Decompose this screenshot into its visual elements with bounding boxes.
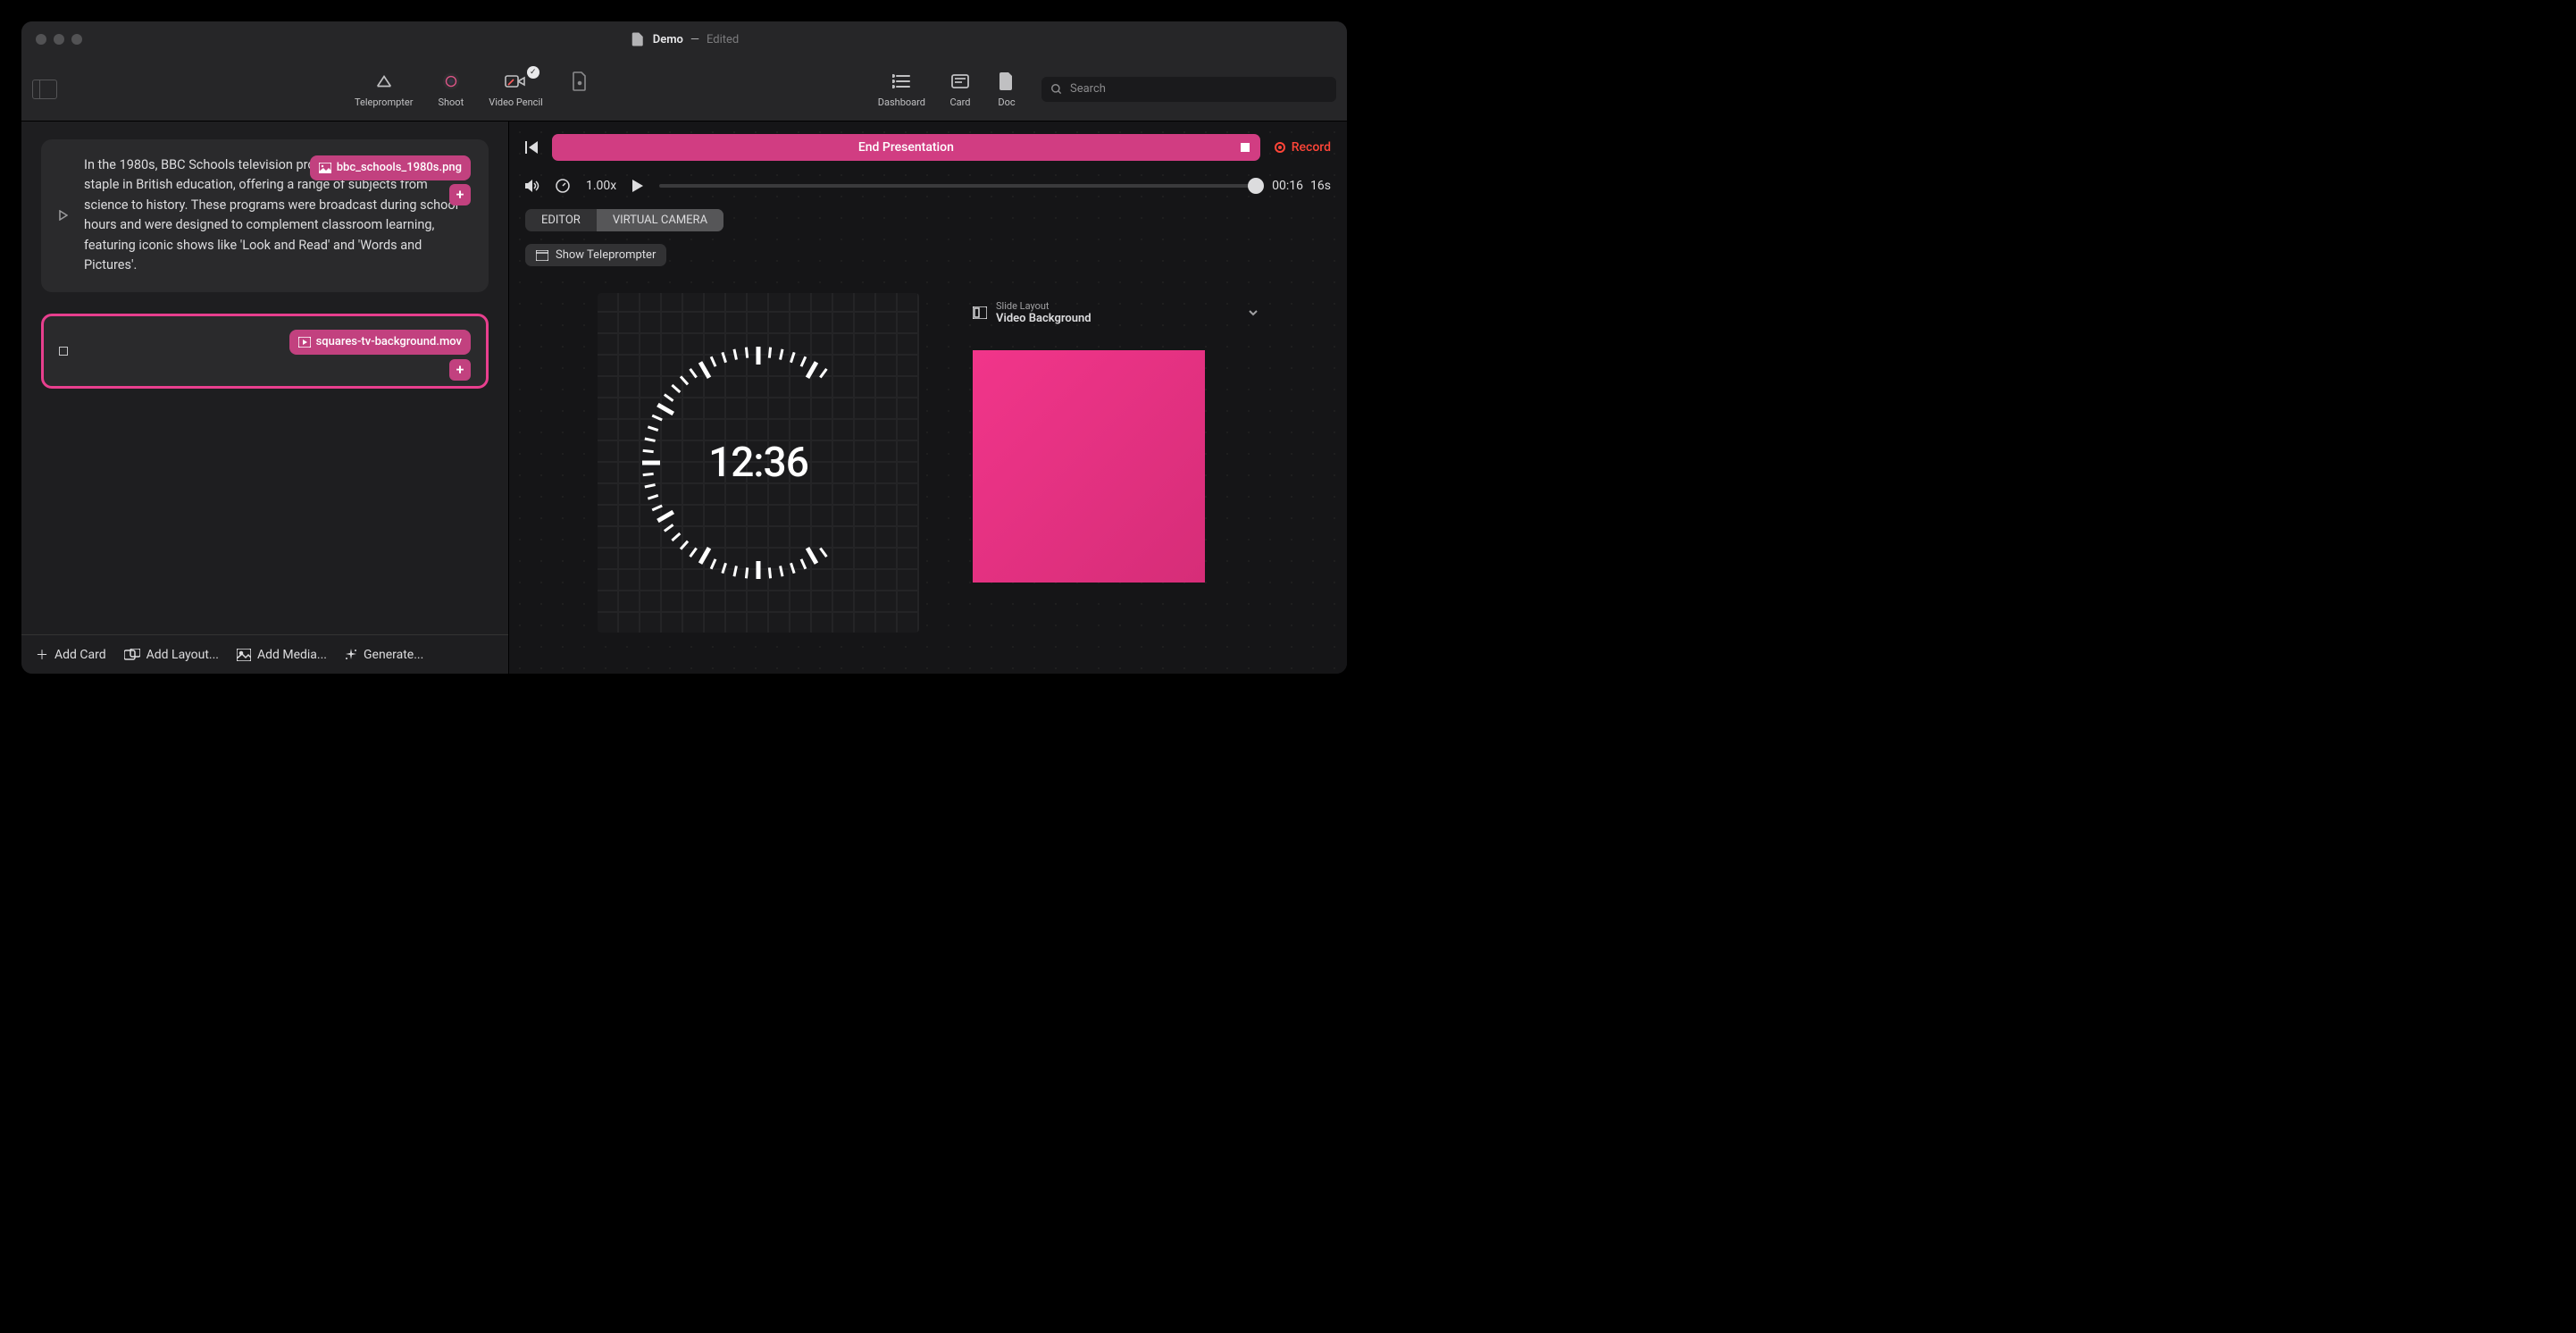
document-edited-status: Edited [707, 33, 739, 46]
placeholder-button[interactable] [568, 70, 591, 108]
show-teleprompter-button[interactable]: Show Teleprompter [525, 244, 666, 266]
plus-icon: ＋ [36, 646, 48, 664]
volume-icon [525, 180, 539, 192]
list-icon [892, 74, 910, 88]
check-badge-icon: ✓ [527, 66, 539, 79]
clock-time: 12:36 [642, 347, 874, 579]
camera-lens-icon [441, 71, 461, 91]
speedometer-icon [556, 179, 570, 193]
record-icon [1275, 142, 1285, 153]
chevron-down-icon [1248, 307, 1259, 318]
video-icon [298, 337, 311, 348]
minimize-window-button[interactable] [54, 34, 64, 45]
add-media-button[interactable]: Add Media... [237, 648, 327, 662]
volume-button[interactable] [525, 180, 539, 192]
doc-icon [999, 72, 1014, 90]
doc-button[interactable]: Doc [995, 70, 1018, 108]
record-button[interactable]: Record [1275, 140, 1331, 155]
clock-preview: 12:36 [598, 293, 919, 633]
add-layout-button[interactable]: Add Layout... [124, 648, 219, 662]
toolbar: Teleprompter Shoot ✓ Video Pencil Dashbo… [21, 57, 1347, 122]
tab-editor[interactable]: EDITOR [525, 209, 597, 231]
timeline-slider[interactable] [659, 184, 1256, 188]
add-card-button[interactable]: ＋ Add Card [36, 646, 106, 664]
timeline-thumb[interactable] [1248, 178, 1264, 194]
dashboard-button[interactable]: Dashboard [878, 70, 925, 108]
close-window-button[interactable] [36, 34, 46, 45]
generate-button[interactable]: Generate... [345, 648, 423, 662]
document-title: Demo — Edited [630, 31, 740, 47]
window-icon [536, 250, 548, 261]
tab-virtual-camera[interactable]: VIRTUAL CAMERA [597, 209, 723, 231]
stop-card-button[interactable] [59, 330, 73, 373]
titlebar: Demo — Edited [21, 21, 1347, 57]
speed-value: 1.00x [586, 179, 616, 193]
window-controls [36, 34, 82, 45]
play-icon [59, 210, 68, 221]
sparkle-icon [345, 649, 357, 661]
zoom-window-button[interactable] [71, 34, 82, 45]
sidebar-toggle-button[interactable] [32, 80, 57, 99]
end-presentation-button[interactable]: End Presentation [552, 134, 1260, 161]
skip-previous-icon [525, 141, 538, 154]
teleprompter-icon [374, 71, 394, 91]
layout-thumb-icon [973, 306, 987, 319]
attachment-chip-image[interactable]: bbc_schools_1980s.png [310, 155, 471, 180]
media-icon [237, 649, 251, 661]
video-pencil-icon [505, 72, 526, 90]
script-card-selected[interactable]: squares-tv-background.mov + [41, 314, 489, 389]
main-panel: End Presentation Record 1.00x [509, 122, 1347, 674]
skip-back-button[interactable] [525, 141, 538, 154]
speed-button[interactable] [556, 179, 570, 193]
stop-square-icon [1241, 143, 1250, 152]
slide-layout-selector[interactable]: Slide Layout Video Background [973, 293, 1259, 332]
card-list: bbc_schools_1980s.png + In the 1980s, BB… [21, 122, 508, 634]
preview-canvas: 12:36 Slide Layout Video Background [509, 275, 1347, 674]
layout-icon [124, 649, 140, 661]
app-window: Demo — Edited Teleprompter Shoot ✓ Video… [21, 21, 1347, 674]
stop-icon [59, 347, 68, 356]
slide-layout-panel: Slide Layout Video Background [973, 293, 1259, 656]
document-icon [630, 31, 646, 47]
play-icon [632, 180, 643, 192]
add-attachment-button[interactable]: + [449, 359, 471, 381]
script-card[interactable]: bbc_schools_1980s.png + In the 1980s, BB… [41, 139, 489, 292]
play-button[interactable] [632, 180, 643, 192]
sidebar-footer: ＋ Add Card Add Layout... Add Media... Ge… [21, 634, 508, 674]
image-icon [319, 163, 331, 173]
card-icon [951, 74, 969, 88]
play-card-button[interactable] [59, 155, 73, 276]
time-total: 16s [1310, 179, 1331, 193]
teleprompter-button[interactable]: Teleprompter [355, 70, 413, 108]
video-pencil-button[interactable]: ✓ Video Pencil [489, 70, 543, 108]
page-icon [572, 71, 588, 91]
transport-bar: 1.00x 00:16 16s [509, 173, 1347, 205]
content-area: bbc_schools_1980s.png + In the 1980s, BB… [21, 122, 1347, 674]
view-tabs: EDITOR VIRTUAL CAMERA [525, 209, 723, 231]
search-input[interactable]: Search [1041, 77, 1336, 102]
shoot-button[interactable]: Shoot [438, 70, 464, 108]
presentation-bar: End Presentation Record [509, 122, 1347, 173]
document-name: Demo [653, 33, 683, 46]
attachment-chip-video[interactable]: squares-tv-background.mov [289, 330, 471, 355]
time-elapsed: 00:16 [1272, 179, 1303, 193]
search-icon [1050, 83, 1063, 96]
sidebar: bbc_schools_1980s.png + In the 1980s, BB… [21, 122, 509, 674]
card-button[interactable]: Card [949, 70, 972, 108]
video-background-preview [973, 350, 1205, 583]
add-attachment-button[interactable]: + [449, 184, 471, 205]
